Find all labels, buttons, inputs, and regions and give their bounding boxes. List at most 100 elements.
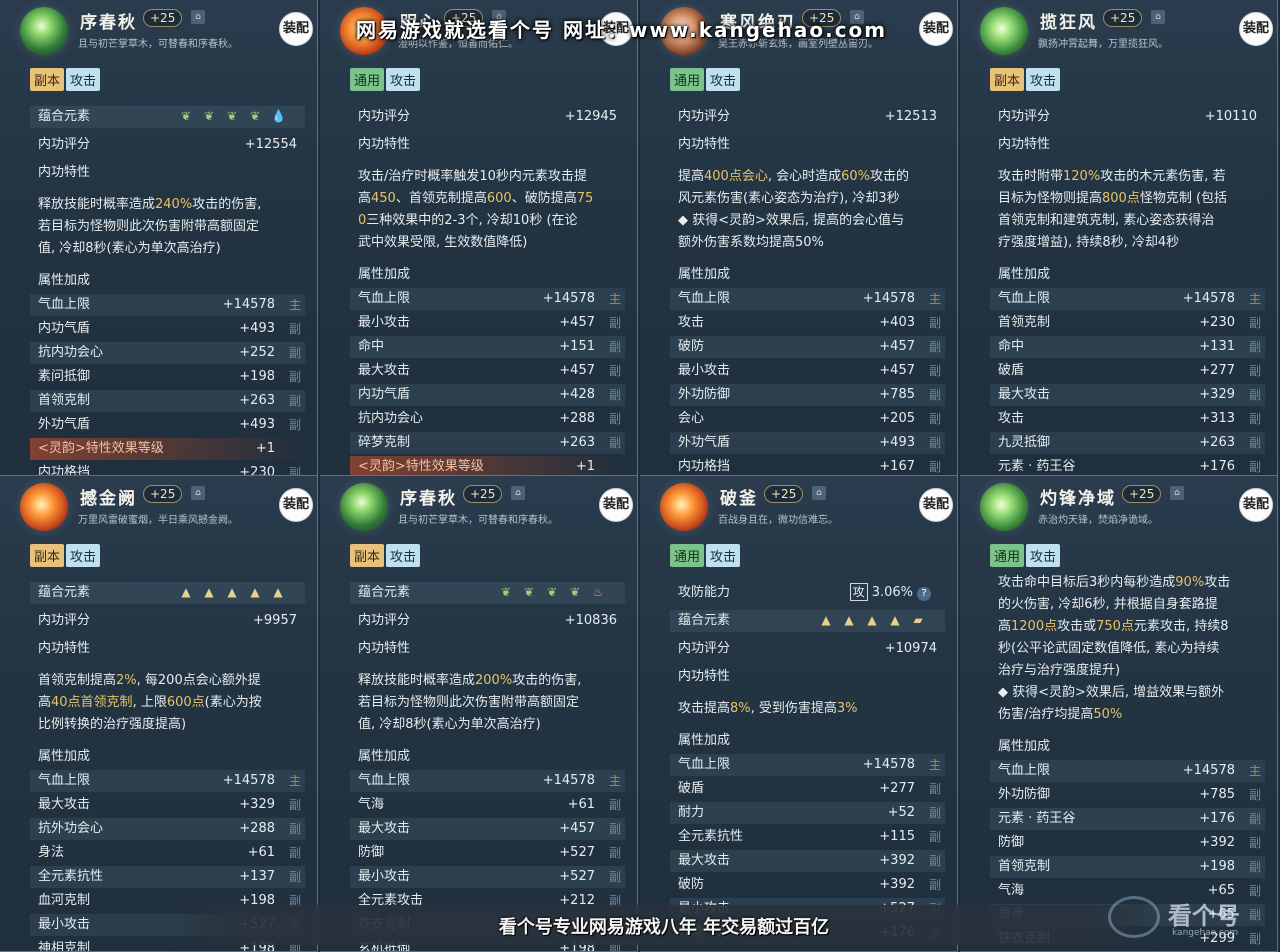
row-label: 属性加成 <box>678 267 731 282</box>
attr-value: +277 <box>879 781 915 796</box>
attr-value: +14578 <box>222 773 275 788</box>
attr-row: 命中 +151 副 <box>350 336 625 358</box>
attr-row: 气海 +61 副 <box>350 794 625 816</box>
attr-row: 内功气盾 +428 副 <box>350 384 625 406</box>
attr-row: 耐力 +52 副 <box>670 802 945 824</box>
tri-element-icon: ▲ <box>250 585 260 599</box>
score-row: 内功评分 +9957 <box>30 610 305 632</box>
attr-label: 攻击 <box>678 315 705 330</box>
desc-text: 攻击的 <box>870 169 910 184</box>
desc-text: 目标为怪物则提高 <box>998 191 1103 206</box>
attr-row: 最小攻击 +457 副 <box>670 360 945 382</box>
attr-value: +329 <box>239 797 275 812</box>
desc-line: 若目标为怪物则此次伤害附带高额固定 <box>38 216 307 238</box>
attr-value: +252 <box>239 345 275 360</box>
sub-attr-icon: 副 <box>288 394 301 408</box>
attr-value: +457 <box>559 315 595 330</box>
attr-label: 抗内功会心 <box>358 411 424 426</box>
attr-value: +14578 <box>222 297 275 312</box>
row-label: 内功评分 <box>38 613 91 628</box>
attr-header: 属性加成 <box>350 264 625 286</box>
tri-element-icon: ▲ <box>273 585 283 599</box>
sub-attr-icon: 副 <box>608 388 621 402</box>
equip-button[interactable]: 装配 <box>919 488 953 522</box>
row-value: +12554 <box>244 137 297 152</box>
tri-element-icon: ▲ <box>844 613 854 627</box>
sub-attr-icon: 副 <box>928 316 941 330</box>
attr-label: 气血上限 <box>358 773 411 788</box>
equip-button[interactable]: 装配 <box>279 488 313 522</box>
row-label: 内功评分 <box>678 641 731 656</box>
tri-element-icon: ▲ <box>204 585 214 599</box>
desc-line: 值, 冷却8秒(素心为单次高治疗) <box>38 238 307 260</box>
element-icons: ▲ ▲ ▲ ▲ ▲ <box>170 582 285 604</box>
sub-attr-icon: 副 <box>288 322 301 336</box>
trait-description: 攻击提高8%, 受到伤害提高3% <box>678 698 947 720</box>
tag-group: 通用 攻击 <box>670 68 742 91</box>
attr-row: 素问抵御 +198 副 <box>30 366 305 388</box>
attr-label: 外功防御 <box>678 387 731 402</box>
sub-attr-icon: 副 <box>1248 812 1261 826</box>
tag-group: 副本 攻击 <box>990 68 1062 91</box>
attr-value: +403 <box>879 315 915 330</box>
element-row: 蕴合元素 ▲ ▲ ▲ ▲ ▲ <box>30 582 305 604</box>
desc-line: 风元素伤害(素心姿态为治疗), 冷却3秒 <box>678 188 947 210</box>
sub-attr-icon: 副 <box>608 316 621 330</box>
main-attr-icon: 主 <box>1248 292 1261 306</box>
sub-attr-icon: 副 <box>928 388 941 402</box>
desc-text: 治疗与治疗强度提升) <box>998 663 1121 678</box>
card-header: 撼金阙 +25 ⌂ 万里风雷破蜜烟，半日乘风撼金阙。 装配 <box>0 476 317 538</box>
trait-row: 内功特性 <box>990 134 1265 156</box>
category-tag: 通用 <box>670 544 705 567</box>
attr-row: 会心 +205 副 <box>670 408 945 430</box>
attr-label: 气血上限 <box>678 757 731 772</box>
equip-button[interactable]: 装配 <box>1239 488 1273 522</box>
highlight-value: 3% <box>836 701 858 716</box>
attr-row: 首领克制 +230 副 <box>990 312 1265 334</box>
attr-label: 首领克制 <box>998 315 1051 330</box>
category-tag: 攻击 <box>706 68 741 91</box>
sub-attr-icon: 副 <box>928 878 941 892</box>
equipment-card: 明心 +25 ⌂ 澄明以作鉴，恒善而佑仁。 装配 通用 攻击 内功评分 +12945 内功特性 攻击… <box>320 0 638 476</box>
row-label: 属性加成 <box>38 273 91 288</box>
attr-label: 防御 <box>358 845 385 860</box>
attr-value: +288 <box>239 821 275 836</box>
attr-row: 防御 +392 副 <box>990 832 1265 854</box>
equip-button[interactable]: 装配 <box>599 488 633 522</box>
desc-text: 攻击的木元素伤害, 若 <box>1100 169 1226 184</box>
desc-line: 比例转换的治疗强度提高) <box>38 714 307 736</box>
attr-row: 命中 +131 副 <box>990 336 1265 358</box>
equipment-card: 寒风绝刃 +25 ⌂ 吴王赤赤斩玄炼，画室列壁丛宙刃。 装配 通用 攻击 内功评分 +12513… <box>640 0 958 476</box>
attr-row: 外功防御 +785 副 <box>670 384 945 406</box>
bind-lock-icon: ⌂ <box>812 486 826 500</box>
attr-header: 属性加成 <box>670 730 945 752</box>
highlight-value: 800点 <box>1102 191 1140 206</box>
attr-value: +263 <box>559 435 595 450</box>
row-label: 内功评分 <box>998 109 1051 124</box>
attr-label: 最大攻击 <box>358 821 411 836</box>
ability-value: 攻 3.06%? <box>849 582 931 604</box>
attr-label: 气血上限 <box>998 763 1051 778</box>
highlight-value: 750点 <box>1096 619 1134 634</box>
sub-attr-icon: 副 <box>928 806 941 820</box>
attr-row: 破盾 +277 副 <box>990 360 1265 382</box>
sub-attr-icon: 副 <box>928 412 941 426</box>
main-attr-icon: 主 <box>928 292 941 306</box>
score-row: 内功评分 +12554 <box>30 134 305 156</box>
help-icon[interactable]: ? <box>917 587 931 601</box>
trait-description: 首领克制提高2%, 每200点会心额外提 高40点首领克制, 上限600点(素心为… <box>38 670 307 736</box>
tag-group: 副本 攻击 <box>30 544 102 567</box>
attr-value: +457 <box>879 339 915 354</box>
main-attr-icon: 主 <box>608 774 621 788</box>
desc-text: 、首领克制提高 <box>395 191 487 206</box>
row-value: +10974 <box>884 641 937 656</box>
attr-row: 外功气盾 +493 副 <box>670 432 945 454</box>
category-tag: 攻击 <box>706 544 741 567</box>
leaf-element-icon: ❦ <box>226 109 238 123</box>
row-label: 内功特性 <box>38 165 91 180</box>
trait-row: 内功特性 <box>670 666 945 688</box>
card-title: 灼锋净域 <box>1040 489 1116 509</box>
desc-text: 攻击 <box>1204 575 1231 590</box>
desc-text: 怪物克制 (包括 <box>1139 191 1228 206</box>
highlight-value: 200% <box>475 673 513 688</box>
